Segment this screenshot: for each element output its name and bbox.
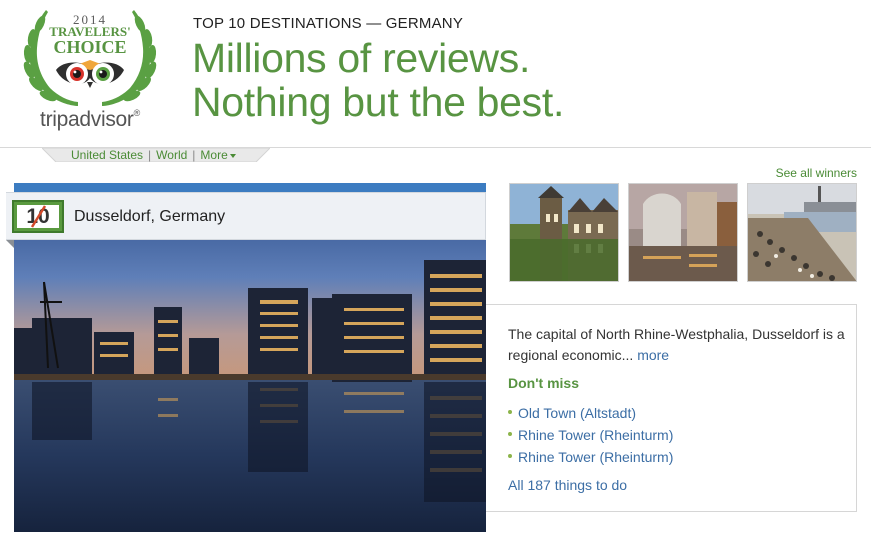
bullet-icon (508, 432, 512, 437)
ribbon-fold (6, 240, 14, 248)
award-line-choice: CHOICE (53, 37, 127, 57)
destination-info-panel: The capital of North Rhine-Westphalia, D… (486, 304, 857, 512)
brand-name: tripadvisor (40, 108, 134, 131)
all-things-to-do-link[interactable]: All 187 things to do (508, 477, 627, 493)
region-links: United States | World | More (71, 148, 236, 162)
nav-more[interactable]: More (200, 148, 236, 162)
nav-separator: | (192, 148, 196, 162)
list-item[interactable]: Rhine Tower (Rheinturm) (508, 446, 673, 468)
nav-more-label: More (200, 148, 228, 162)
list-item[interactable]: Old Town (Altstadt) (508, 402, 673, 424)
attraction-link[interactable]: Rhine Tower (Rheinturm) (518, 427, 673, 443)
hero-photo-dusseldorf-harbour[interactable] (14, 192, 486, 532)
bullet-icon (508, 454, 512, 459)
list-item[interactable]: Rhine Tower (Rheinturm) (508, 424, 673, 446)
nav-world[interactable]: World (156, 148, 187, 162)
rank-strike-icon (30, 205, 47, 228)
destination-name[interactable]: Dusseldorf, Germany (74, 208, 225, 226)
attraction-link[interactable]: Old Town (Altstadt) (518, 405, 636, 421)
headline-line-2: Nothing but the best. (192, 79, 565, 125)
page-kicker: TOP 10 DESTINATIONS — GERMANY (193, 15, 464, 32)
thumbnail-harbour-buildings[interactable] (628, 183, 738, 282)
nav-separator: | (148, 148, 152, 162)
chevron-down-icon (229, 153, 236, 158)
more-link[interactable]: more (637, 347, 669, 363)
thumbnail-old-town-building[interactable] (509, 183, 619, 282)
registered-mark: ® (133, 108, 141, 118)
attraction-link[interactable]: Rhine Tower (Rheinturm) (518, 449, 673, 465)
travelers-choice-logo[interactable]: 2014 TRAVELERS' CHOICE tripadvisor® (16, 4, 164, 132)
dont-miss-heading: Don't miss (508, 375, 580, 391)
rank-number: 10 (17, 205, 59, 228)
owl-eyes-icon (56, 60, 124, 88)
bullet-icon (508, 410, 512, 415)
description-text: The capital of North Rhine-Westphalia, D… (508, 326, 845, 363)
destination-description: The capital of North Rhine-Westphalia, D… (508, 324, 848, 366)
nav-united-states[interactable]: United States (71, 148, 143, 162)
rank-badge: 10 (12, 200, 64, 233)
thumbnail-rhine-promenade[interactable] (747, 183, 857, 282)
hero-top-bar (14, 183, 486, 192)
headline-line-1: Millions of reviews. (192, 35, 531, 81)
brand-wordmark: tripadvisor® (16, 108, 164, 132)
region-nav: United States | World | More (42, 148, 270, 162)
see-all-winners-link[interactable]: See all winners (776, 166, 857, 180)
dont-miss-list: Old Town (Altstadt) Rhine Tower (Rheintu… (508, 402, 673, 468)
page-headline: Millions of reviews. Nothing but the bes… (192, 36, 564, 124)
